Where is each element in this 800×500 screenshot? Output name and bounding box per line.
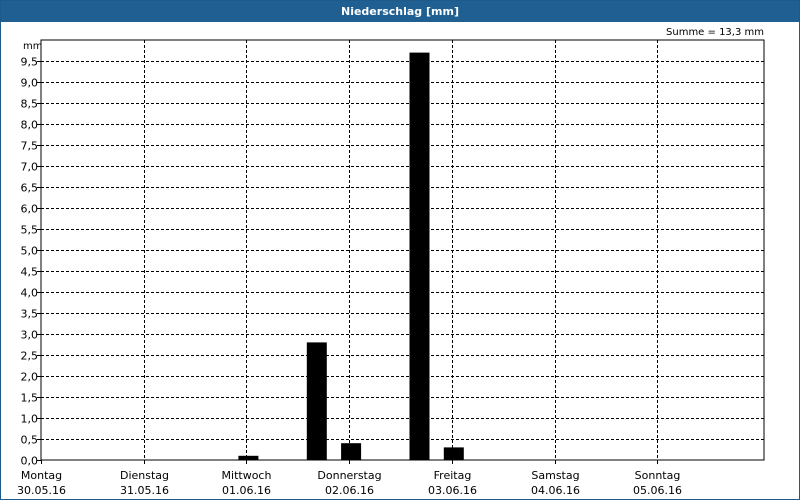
x-date-label: 03.06.16 <box>428 484 477 497</box>
y-tick-label: 7,0 <box>21 161 39 174</box>
x-day-label: Montag <box>21 469 62 482</box>
y-tick-label: 0,0 <box>21 455 39 468</box>
precip-bar <box>443 447 464 460</box>
y-tick-label: 7,5 <box>21 140 39 153</box>
y-tick-label: 4,5 <box>21 266 39 279</box>
y-tick-label: 5,5 <box>21 224 39 237</box>
x-day-label: Samstag <box>531 469 579 482</box>
x-day-label: Sonntag <box>635 469 681 482</box>
y-tick-label: 8,0 <box>21 119 39 132</box>
y-tick-label: 9,0 <box>21 77 39 90</box>
x-date-label: 05.06.16 <box>633 484 682 497</box>
y-tick-label: 6,0 <box>21 203 39 216</box>
precip-bar <box>409 52 430 460</box>
y-tick-label: 2,5 <box>21 350 39 363</box>
y-tick-label: 1,5 <box>21 392 39 405</box>
x-day-label: Mittwoch <box>222 469 272 482</box>
precip-bar <box>341 443 362 460</box>
y-tick-label: 4,0 <box>21 287 39 300</box>
y-tick-label: 6,5 <box>21 182 39 195</box>
y-tick-label: 1,0 <box>21 413 39 426</box>
precip-bar <box>306 342 327 460</box>
precip-bar <box>238 455 259 460</box>
x-date-label: 04.06.16 <box>531 484 580 497</box>
y-tick-label: 5,0 <box>21 245 39 258</box>
x-date-label: 01.06.16 <box>222 484 271 497</box>
x-date-label: 31.05.16 <box>120 484 169 497</box>
x-day-label: Freitag <box>434 469 472 482</box>
y-tick-label: 8,5 <box>21 98 39 111</box>
y-tick-label: 9,5 <box>21 56 39 69</box>
x-date-label: 30.05.16 <box>17 484 66 497</box>
y-tick-label: 0,5 <box>21 434 39 447</box>
x-day-label: Donnerstag <box>317 469 381 482</box>
y-tick-label: 3,0 <box>21 329 39 342</box>
x-day-label: Dienstag <box>120 469 169 482</box>
y-tick-label: 3,5 <box>21 308 39 321</box>
x-date-label: 02.06.16 <box>325 484 374 497</box>
y-tick-label: 2,0 <box>21 371 39 384</box>
precipitation-chart: 0,0 0,5 1,0 1,5 2,0 2,5 3,0 3,5 4,0 4,5 5,0 5,5 6,0 6… <box>17 39 765 497</box>
